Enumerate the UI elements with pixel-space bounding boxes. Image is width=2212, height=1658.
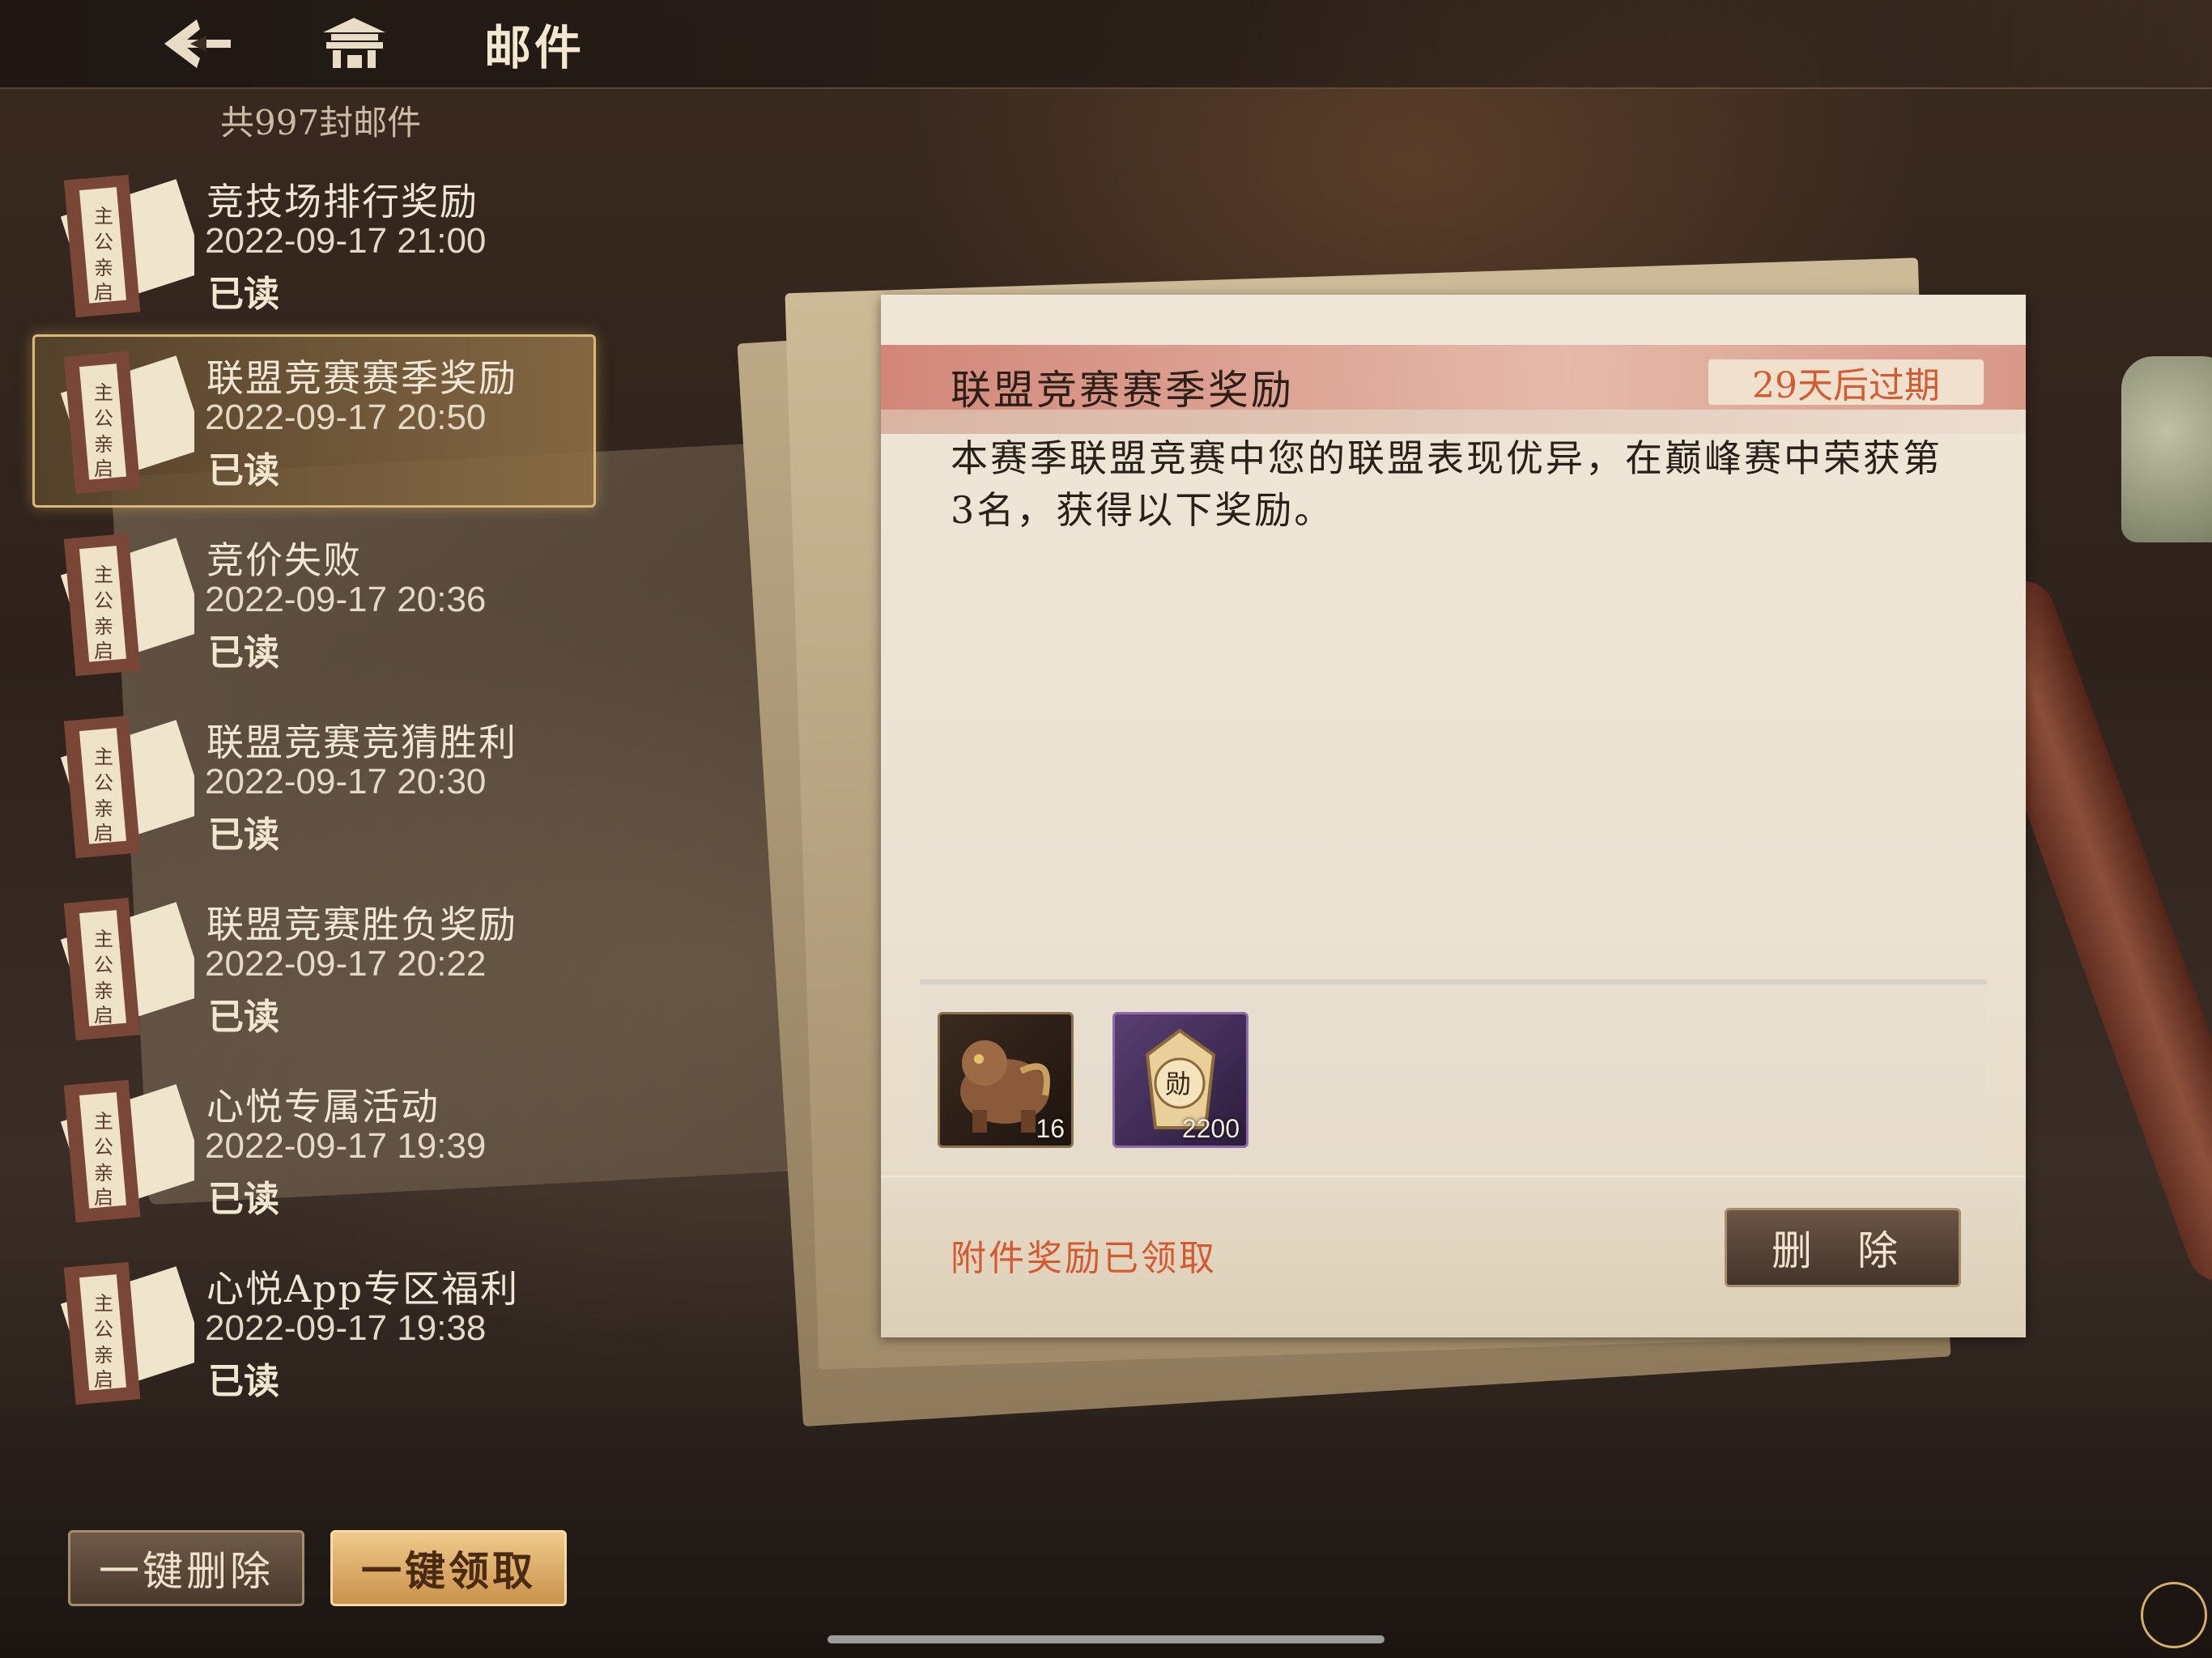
mail-date: 2022-09-17 21:00: [205, 221, 487, 261]
mail-status: 已读: [208, 1361, 279, 1402]
mail-status: 已读: [208, 814, 279, 856]
mail-status: 已读: [208, 450, 279, 491]
svg-text:启: 启: [94, 281, 113, 304]
mail-subject: 心悦专属活动: [206, 1085, 440, 1129]
mail-item[interactable]: 主 公 亲 启 心悦专属活动 2022-09-17 19:39 已读: [32, 1063, 599, 1231]
top-bar: 邮件: [0, 0, 2212, 89]
svg-text:公: 公: [94, 1318, 113, 1341]
svg-text:公: 公: [94, 407, 113, 430]
background-jade-seal: [2121, 356, 2212, 542]
scroll-letter-icon: 主 公 亲 启: [40, 341, 206, 495]
mail-subject: 心悦App专区福利: [206, 1267, 520, 1311]
palace-home-icon[interactable]: [320, 15, 389, 71]
claim-all-button[interactable]: 一键领取: [330, 1530, 567, 1606]
scroll-letter-icon: 主 公 亲 启: [40, 887, 206, 1041]
svg-text:公: 公: [94, 1136, 113, 1158]
mail-date: 2022-09-17 20:50: [205, 397, 487, 437]
svg-text:主: 主: [94, 205, 113, 227]
mail-subject: 竞价失败: [206, 538, 362, 582]
svg-text:公: 公: [94, 954, 113, 976]
svg-text:亲: 亲: [94, 797, 113, 820]
svg-text:公: 公: [94, 772, 113, 794]
scroll-letter-icon: 主 公 亲 启: [40, 705, 206, 859]
scroll-letter-icon: 主 公 亲 启: [40, 164, 206, 318]
mail-subject: 竞技场排行奖励: [206, 180, 479, 223]
svg-text:主: 主: [94, 1292, 113, 1315]
settings-gear-icon[interactable]: [2141, 1582, 2207, 1648]
svg-text:启: 启: [94, 822, 113, 844]
mail-status: 已读: [208, 997, 279, 1038]
scroll-letter-icon: 主 公 亲 启: [40, 1069, 206, 1223]
mail-count: 共997封邮件: [220, 103, 422, 142]
mail-status: 已读: [208, 632, 279, 674]
mail-item[interactable]: 主 公 亲 启 联盟竞赛竞猜胜利 2022-09-17 20:30 已读: [32, 699, 599, 867]
letter-body: 本赛季联盟竞赛中您的联盟表现优异，在巅峰赛中荣获第3名，获得以下奖励。: [951, 436, 1942, 532]
claimed-status-text: 附件奖励已领取: [951, 1238, 1217, 1279]
mail-subject: 联盟竞赛竞猜胜利: [206, 721, 517, 764]
svg-text:亲: 亲: [94, 615, 113, 638]
mail-date: 2022-09-17 20:22: [205, 944, 487, 984]
svg-text:亲: 亲: [94, 257, 113, 279]
svg-text:主: 主: [94, 1110, 113, 1133]
svg-text:主: 主: [94, 928, 113, 950]
svg-text:启: 启: [94, 1004, 113, 1027]
attachment-area: 16 勋 2200: [920, 980, 1987, 1169]
mail-item-selected[interactable]: 主 公 亲 启 联盟竞赛赛季奖励 2022-09-17 20:50 已读: [32, 334, 599, 508]
mail-date: 2022-09-17 20:30: [205, 762, 487, 801]
mail-subject: 联盟竞赛胜负奖励: [206, 903, 517, 946]
reward-item[interactable]: 16: [938, 1012, 1074, 1148]
svg-text:亲: 亲: [94, 1162, 113, 1184]
svg-text:亲: 亲: [94, 433, 113, 456]
letter-title: 联盟竞赛赛季奖励: [951, 367, 1294, 414]
scroll-letter-icon: 主 公 亲 启: [40, 1252, 206, 1405]
svg-text:主: 主: [94, 746, 113, 768]
mail-detail-panel: 联盟竞赛赛季奖励 29天后过期 本赛季联盟竞赛中您的联盟表现优异，在巅峰赛中荣获…: [881, 295, 2026, 1337]
reward-quantity: 2200: [1181, 1114, 1240, 1143]
reward-item[interactable]: 勋 2200: [1112, 1012, 1249, 1148]
reward-quantity: 16: [1036, 1114, 1065, 1143]
svg-text:勋: 勋: [1165, 1069, 1191, 1099]
mail-date: 2022-09-17 19:38: [205, 1308, 487, 1348]
page-title: 邮件: [484, 20, 585, 75]
mail-date: 2022-09-17 19:39: [205, 1126, 487, 1166]
back-arrow-icon[interactable]: [158, 15, 235, 73]
svg-text:主: 主: [94, 563, 113, 586]
svg-text:亲: 亲: [94, 1344, 113, 1367]
svg-text:主: 主: [94, 381, 113, 404]
mail-item[interactable]: 主 公 亲 启 联盟竞赛胜负奖励 2022-09-17 20:22 已读: [32, 881, 599, 1049]
svg-text:公: 公: [94, 589, 113, 612]
delete-button[interactable]: 删 除: [1725, 1208, 1961, 1287]
mail-status: 已读: [208, 274, 279, 315]
svg-text:启: 启: [94, 457, 113, 480]
mail-subject: 联盟竞赛赛季奖励: [206, 356, 517, 400]
expiry-badge: 29天后过期: [1708, 359, 1984, 406]
svg-text:启: 启: [94, 1368, 113, 1391]
svg-text:启: 启: [94, 1186, 113, 1209]
scroll-letter-icon: 主 公 亲 启: [40, 523, 206, 677]
mail-item[interactable]: 主 公 亲 启 竞价失败 2022-09-17 20:36 已读: [32, 517, 599, 685]
mail-item[interactable]: 主 公 亲 启 竞技场排行奖励 2022-09-17 21:00 已读: [32, 158, 599, 326]
svg-text:启: 启: [94, 640, 113, 662]
mail-status: 已读: [208, 1179, 279, 1220]
delete-all-button[interactable]: 一键删除: [68, 1530, 304, 1606]
svg-text:公: 公: [94, 231, 113, 253]
mail-date: 2022-09-17 20:36: [205, 580, 487, 619]
home-indicator[interactable]: [827, 1635, 1385, 1643]
mail-item[interactable]: 主 公 亲 启 心悦App专区福利 2022-09-17 19:38 已读: [32, 1245, 599, 1414]
svg-text:亲: 亲: [94, 980, 113, 1002]
